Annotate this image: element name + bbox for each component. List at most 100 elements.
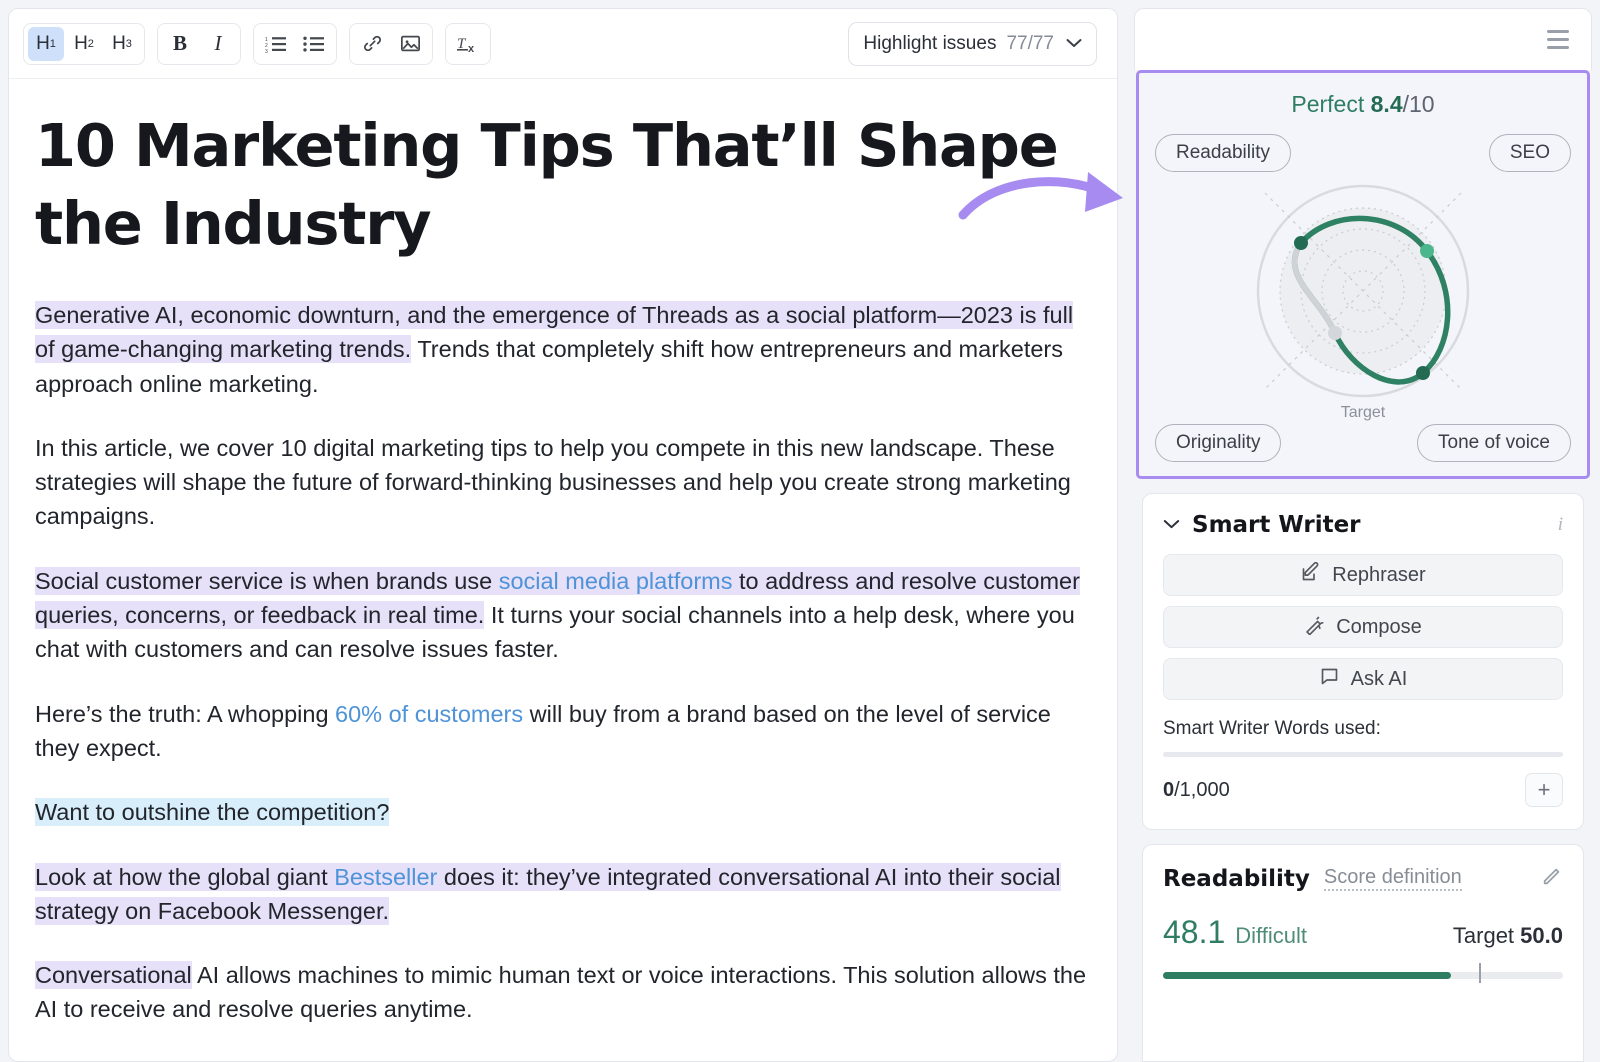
highlight-purple-link[interactable]: Bestseller xyxy=(334,863,437,891)
radar-point-tone xyxy=(1416,366,1430,380)
inline-link[interactable]: 60% of customers xyxy=(335,701,523,727)
pill-readability[interactable]: Readability xyxy=(1155,134,1291,172)
chevron-down-icon xyxy=(1066,35,1082,52)
clear-formatting-button[interactable]: T x xyxy=(450,27,486,61)
readability-panel: Readability Score definition 48.1 Diffic… xyxy=(1142,844,1584,1062)
smart-writer-progress-bar xyxy=(1163,752,1563,757)
smart-writer-limit: /1,000 xyxy=(1174,779,1230,801)
pill-row-top: Readability SEO xyxy=(1155,134,1571,172)
smart-writer-usage: 0/1,000 xyxy=(1163,779,1230,802)
readability-difficulty: Difficult xyxy=(1235,923,1307,949)
pill-seo[interactable]: SEO xyxy=(1489,134,1571,172)
radar-point-originality xyxy=(1328,326,1342,340)
readability-score: 48.1 xyxy=(1163,914,1225,951)
heading-3-sub: 3 xyxy=(126,38,132,50)
score-status: Perfect xyxy=(1291,91,1364,117)
readability-target: Target 50.0 xyxy=(1453,923,1563,949)
overall-score: Perfect 8.4/10 xyxy=(1155,91,1571,118)
rephraser-button[interactable]: Rephraser xyxy=(1163,554,1563,596)
highlight-issues-count: 77/77 xyxy=(1006,33,1054,55)
link-button[interactable] xyxy=(354,27,390,61)
smart-writer-header: Smart Writer i xyxy=(1163,512,1563,538)
smart-writer-title: Smart Writer xyxy=(1192,512,1361,538)
ask-ai-label: Ask AI xyxy=(1351,668,1408,691)
editor-toolbar: H1 H2 H3 B I 1 2 xyxy=(9,9,1117,79)
highlight-issues-label: Highlight issues xyxy=(863,33,996,55)
burger-line-3 xyxy=(1547,46,1569,49)
inline-link[interactable]: social media platforms xyxy=(499,568,733,594)
smart-writer-footer: 0/1,000 + xyxy=(1163,773,1563,807)
svg-text:3: 3 xyxy=(265,49,268,53)
italic-button[interactable]: I xyxy=(200,27,236,61)
readability-values: 48.1 Difficult Target 50.0 xyxy=(1163,914,1563,951)
chevron-down-icon[interactable] xyxy=(1163,515,1180,535)
pill-tone-of-voice[interactable]: Tone of voice xyxy=(1417,424,1571,462)
document-body[interactable]: 10 Marketing Tips That’ll Shape the Indu… xyxy=(9,79,1117,1061)
app-root: H1 H2 H3 B I 1 2 xyxy=(0,0,1600,1062)
pencil-icon[interactable] xyxy=(1541,865,1563,892)
text-run: AI allows machines to mimic human text o… xyxy=(35,962,1086,1022)
radar-target-caption: Target xyxy=(1155,404,1571,422)
paragraph-p7: Conversational AI allows machines to mim… xyxy=(35,958,1091,1027)
text-style-group: B I xyxy=(157,23,241,65)
bullet-list-icon xyxy=(303,35,325,53)
image-icon xyxy=(400,34,421,53)
info-icon[interactable]: i xyxy=(1558,514,1563,536)
ordered-list-button[interactable]: 1 2 3 xyxy=(258,27,294,61)
heading-1-label: H xyxy=(36,33,50,55)
heading-2-button[interactable]: H2 xyxy=(66,27,102,61)
paragraph-p2: In this article, we cover 10 digital mar… xyxy=(35,431,1091,534)
compose-button[interactable]: Compose xyxy=(1163,606,1563,648)
pill-originality[interactable]: Originality xyxy=(1155,424,1281,462)
heading-3-button[interactable]: H3 xyxy=(104,27,140,61)
heading-3-label: H xyxy=(112,33,126,55)
burger-line-2 xyxy=(1547,38,1569,41)
score-denominator: /10 xyxy=(1403,91,1435,117)
paragraph-p1: Generative AI, economic downturn, and th… xyxy=(35,298,1091,401)
readability-target-label: Target xyxy=(1453,923,1514,948)
readability-bar-fill xyxy=(1163,972,1451,979)
radar-point-readability xyxy=(1294,236,1308,250)
heading-2-label: H xyxy=(74,33,88,55)
paragraph-list: Generative AI, economic downturn, and th… xyxy=(35,298,1091,1027)
rephraser-label: Rephraser xyxy=(1332,564,1425,587)
insert-group xyxy=(349,23,433,65)
smart-writer-words-label: Smart Writer Words used: xyxy=(1163,718,1563,740)
smart-writer-panel: Smart Writer i Rephraser xyxy=(1142,493,1584,830)
highlight-purple-link[interactable]: social media platforms xyxy=(499,567,733,595)
ask-ai-button[interactable]: Ask AI xyxy=(1163,658,1563,700)
paragraph-p6: Look at how the global giant Bestseller … xyxy=(35,860,1091,929)
highlight-blue: Want to outshine the competition? xyxy=(35,798,389,826)
readability-title: Readability xyxy=(1163,866,1310,892)
magic-wand-icon xyxy=(1304,614,1325,641)
inline-link[interactable]: Bestseller xyxy=(334,864,437,890)
readability-target-tick xyxy=(1479,963,1481,983)
edit-square-icon xyxy=(1300,562,1321,589)
sidebar-header xyxy=(1134,8,1592,70)
add-words-button[interactable]: + xyxy=(1525,773,1563,807)
right-sidebar: Perfect 8.4/10 Readability SEO xyxy=(1134,8,1592,1062)
compose-label: Compose xyxy=(1336,616,1422,639)
readability-header: Readability Score definition xyxy=(1163,865,1563,892)
svg-text:x: x xyxy=(468,43,475,55)
clear-format-group: T x xyxy=(445,23,491,65)
heading-button-group: H1 H2 H3 xyxy=(23,23,145,65)
bold-button[interactable]: B xyxy=(162,27,198,61)
bullet-list-button[interactable] xyxy=(296,27,332,61)
paragraph-p4: Here’s the truth: A whopping 60% of cust… xyxy=(35,697,1091,766)
editor-panel: H1 H2 H3 B I 1 2 xyxy=(8,8,1118,1062)
score-definition-link[interactable]: Score definition xyxy=(1324,866,1462,891)
score-value: 8.4 xyxy=(1371,91,1403,117)
radar-chart: Target xyxy=(1155,172,1571,424)
hamburger-menu-icon[interactable] xyxy=(1547,30,1569,49)
heading-1-button[interactable]: H1 xyxy=(28,27,64,61)
smart-writer-used: 0 xyxy=(1163,779,1174,801)
link-icon xyxy=(362,33,383,54)
readability-target-value: 50.0 xyxy=(1520,923,1563,948)
highlight-issues-select[interactable]: Highlight issues 77/77 xyxy=(848,22,1097,66)
image-button[interactable] xyxy=(392,27,428,61)
ordered-list-icon: 1 2 3 xyxy=(265,35,287,53)
list-group: 1 2 3 xyxy=(253,23,337,65)
page-title: 10 Marketing Tips That’ll Shape the Indu… xyxy=(35,107,1091,264)
clear-format-icon: T x xyxy=(456,33,480,55)
